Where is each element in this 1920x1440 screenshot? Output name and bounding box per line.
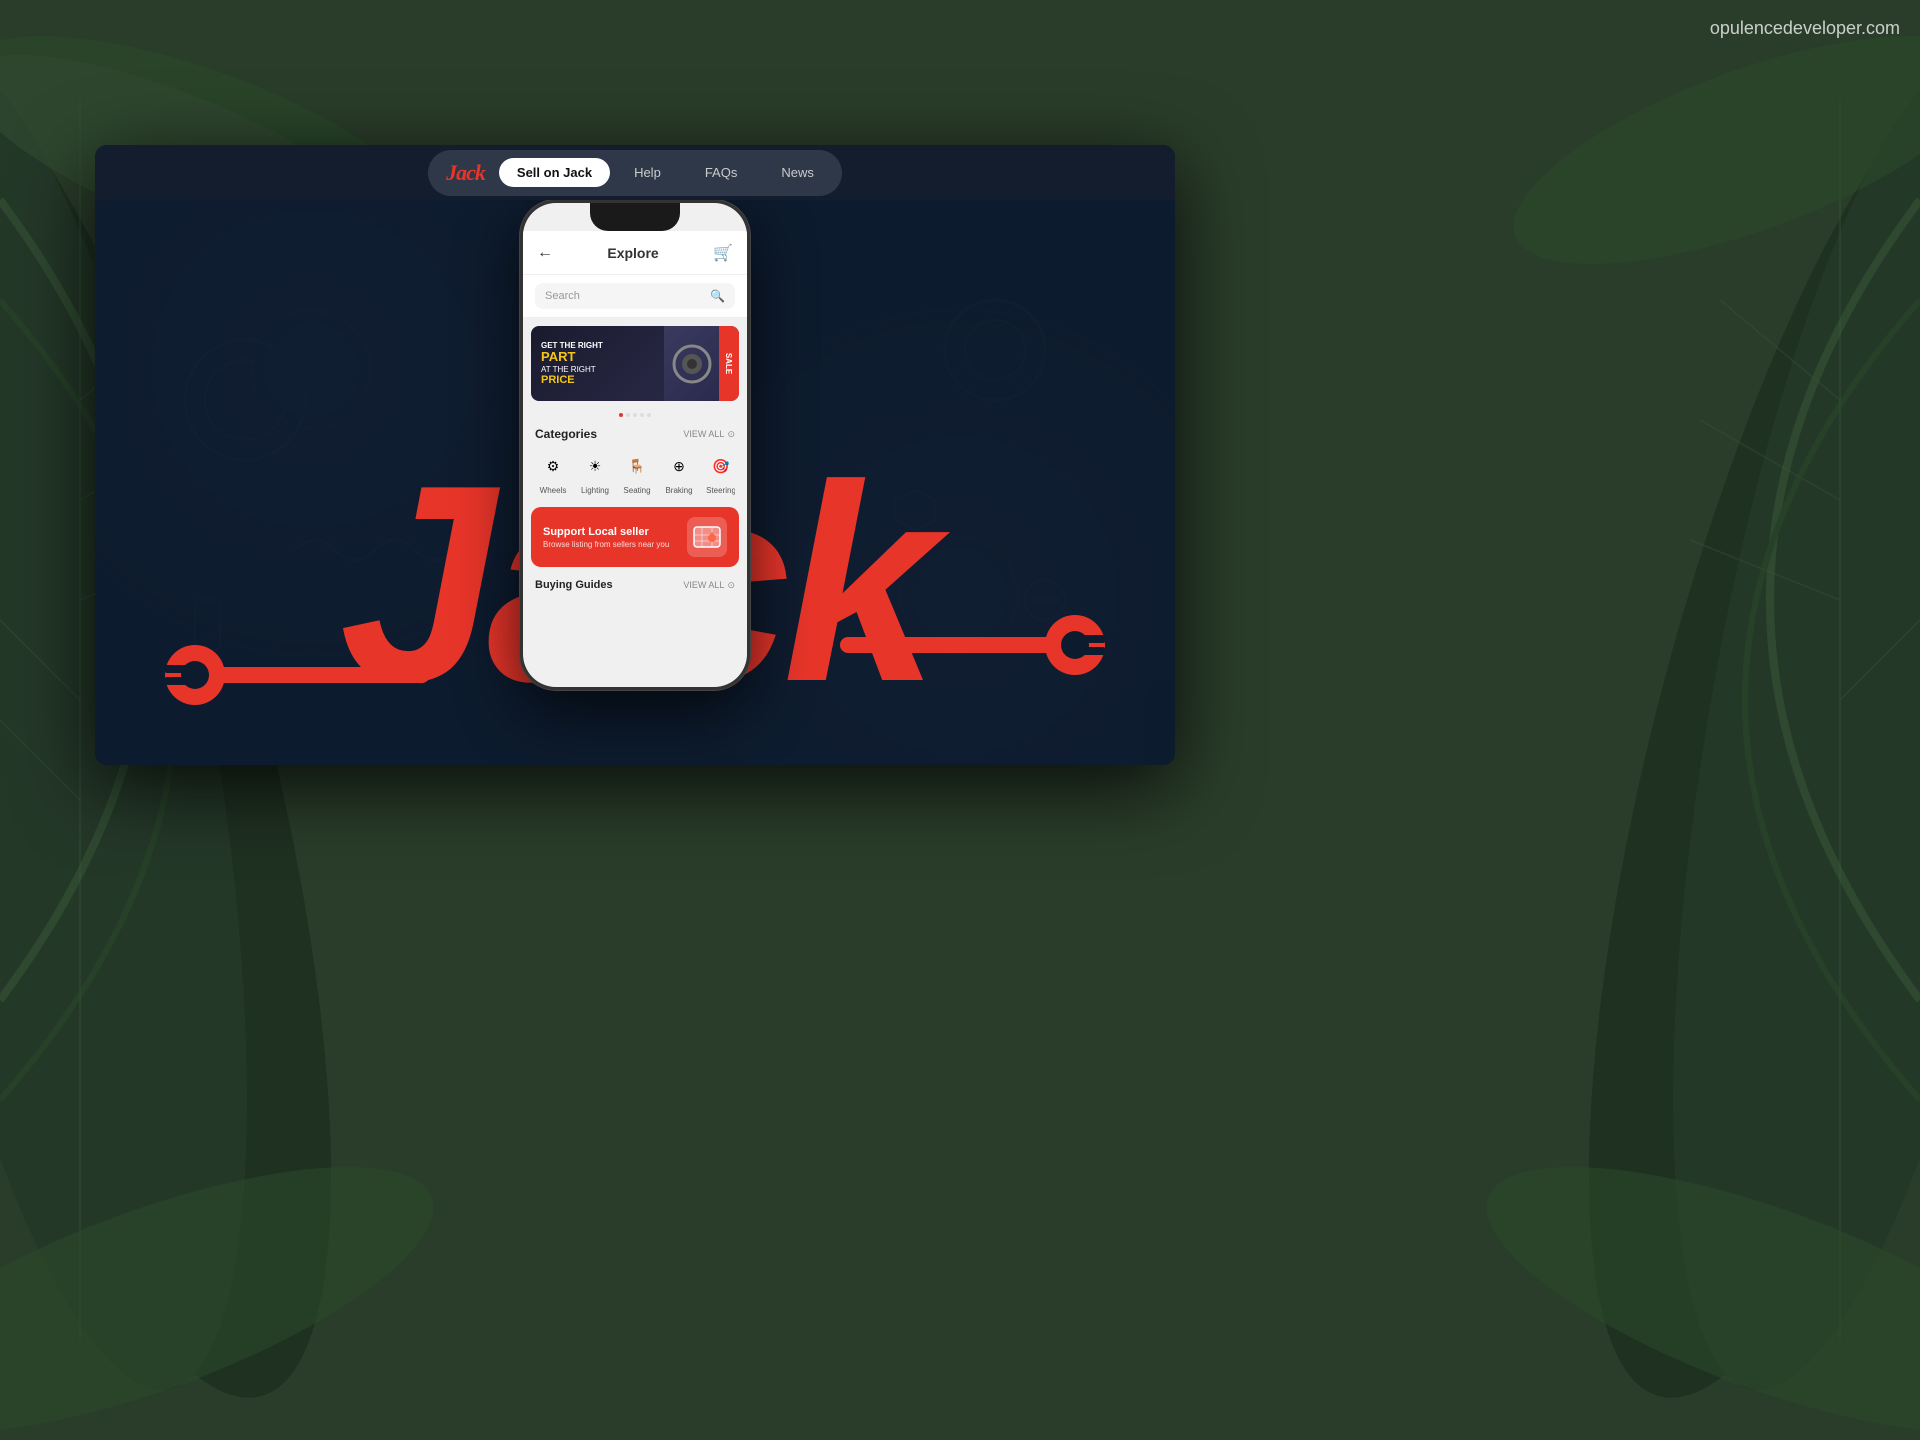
circle-arrow-icon-2: ⊙	[727, 580, 735, 591]
nav-logo: Jack	[436, 156, 495, 190]
view-all-categories[interactable]: VIEW ALL ⊙	[683, 429, 735, 440]
category-steering[interactable]: 🎯 Steering	[703, 449, 735, 495]
hero-section: Jack	[95, 200, 1175, 765]
nav-link-news[interactable]: News	[761, 158, 834, 187]
categories-section: Categories VIEW ALL ⊙ ⚙ Wheels	[523, 421, 747, 501]
nav-link-faqs[interactable]: FAQs	[685, 158, 758, 187]
browser-window: Jack Sell on Jack Help FAQs News	[95, 145, 1175, 765]
braking-icon: ⊕	[662, 449, 696, 483]
braking-label: Braking	[665, 486, 692, 495]
sell-on-jack-button[interactable]: Sell on Jack	[499, 158, 610, 187]
promo-banner: GET THE RIGHT PART AT THE RIGHT PRICE	[531, 326, 739, 401]
banner-dots	[523, 409, 747, 421]
buying-guides-title: Buying Guides	[535, 579, 613, 591]
banner-image	[664, 326, 719, 401]
seating-label: Seating	[623, 486, 650, 495]
support-title: Support Local seller	[543, 526, 669, 538]
phone-frame: ← Explore 🛒 Search 🔍 GET	[520, 200, 750, 690]
nav-pill: Jack Sell on Jack Help FAQs News	[428, 150, 842, 196]
category-lighting[interactable]: ☀ Lighting	[577, 449, 613, 495]
search-box[interactable]: Search 🔍	[535, 283, 735, 309]
category-seating[interactable]: 🪑 Seating	[619, 449, 655, 495]
categories-title: Categories	[535, 427, 597, 441]
search-icon: 🔍	[710, 289, 725, 303]
dot-1	[619, 413, 623, 417]
nav-link-help[interactable]: Help	[614, 158, 681, 187]
lighting-label: Lighting	[581, 486, 609, 495]
wheels-label: Wheels	[540, 486, 567, 495]
search-section: Search 🔍	[523, 275, 747, 318]
category-wheels[interactable]: ⚙ Wheels	[535, 449, 571, 495]
buying-guides-section: Buying Guides VIEW ALL ⊙	[523, 573, 747, 591]
steering-label: Steering	[706, 486, 735, 495]
support-seller-banner[interactable]: Support Local seller Browse listing from…	[531, 507, 739, 567]
lighting-icon: ☀	[578, 449, 612, 483]
banner-red-strip: SALE	[719, 326, 739, 401]
support-subtitle: Browse listing from sellers near you	[543, 540, 669, 549]
wheels-icon: ⚙	[536, 449, 570, 483]
category-braking[interactable]: ⊕ Braking	[661, 449, 697, 495]
phone-screen: ← Explore 🛒 Search 🔍 GET	[523, 203, 747, 687]
banner-line4: PRICE	[541, 374, 654, 386]
phone-mockup: ← Explore 🛒 Search 🔍 GET	[520, 200, 750, 690]
watermark: opulencedeveloper.com	[1710, 18, 1900, 39]
banner-line2: PART	[541, 350, 654, 364]
view-all-guides[interactable]: VIEW ALL ⊙	[683, 580, 735, 591]
phone-notch	[590, 203, 680, 231]
map-icon	[687, 517, 727, 557]
dot-3	[633, 413, 637, 417]
categories-header: Categories VIEW ALL ⊙	[535, 427, 735, 441]
back-icon[interactable]: ←	[537, 244, 553, 262]
dot-5	[647, 413, 651, 417]
category-icons-row: ⚙ Wheels ☀ Lighting 🪑 Seating	[535, 449, 735, 495]
banner-line3: AT THE RIGHT	[541, 365, 654, 374]
navbar: Jack Sell on Jack Help FAQs News	[95, 145, 1175, 200]
banner-text: GET THE RIGHT PART AT THE RIGHT PRICE	[531, 333, 664, 393]
steering-icon: 🎯	[704, 449, 735, 483]
support-text: Support Local seller Browse listing from…	[543, 526, 669, 549]
cart-icon[interactable]: 🛒	[713, 243, 733, 263]
dot-4	[640, 413, 644, 417]
search-placeholder-text: Search	[545, 290, 580, 302]
circle-arrow-icon: ⊙	[727, 429, 735, 440]
seating-icon: 🪑	[620, 449, 654, 483]
app-title: Explore	[553, 245, 713, 261]
app-header: ← Explore 🛒	[523, 231, 747, 275]
dot-2	[626, 413, 630, 417]
